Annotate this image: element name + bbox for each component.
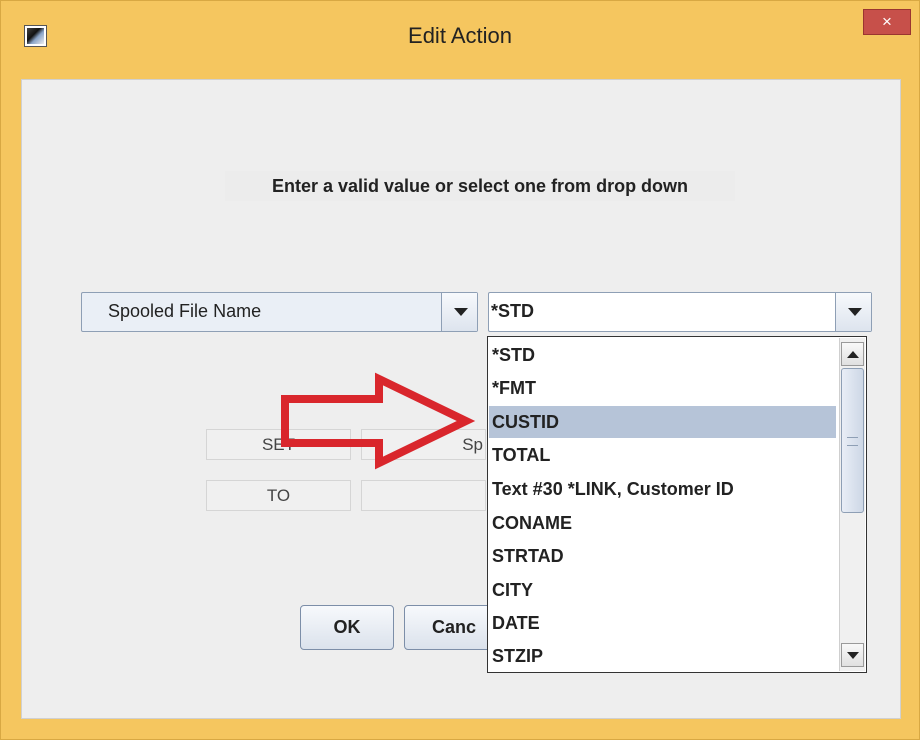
scroll-thumb[interactable] [841,368,864,513]
scroll-down-icon[interactable] [841,643,864,667]
cancel-button[interactable]: Canc [404,605,498,650]
chevron-down-icon[interactable] [835,293,871,331]
value-dropdown-list[interactable]: *STD *FMT CUSTID TOTAL Text #30 *LINK, C… [487,336,867,673]
list-item[interactable]: STZIP [489,640,836,672]
list-item[interactable]: Text #30 *LINK, Customer ID [489,473,836,505]
chevron-down-icon[interactable] [441,293,477,331]
value-combo-input[interactable]: *STD [489,293,833,331]
window-title: Edit Action [408,23,512,48]
dropdown-scrollbar[interactable] [839,338,865,671]
title-bar[interactable]: Edit Action × [1,1,919,79]
list-item[interactable]: *STD [489,339,836,371]
list-item[interactable]: *FMT [489,372,836,404]
list-item[interactable]: CITY [489,574,836,606]
instruction-label: Enter a valid value or select one from d… [225,171,735,201]
scroll-up-icon[interactable] [841,342,864,366]
list-item[interactable]: STRTAD [489,540,836,572]
value-combo[interactable]: *STD [488,292,872,332]
to-value-field [361,480,486,511]
close-button[interactable]: × [863,9,911,35]
red-arrow-annotation [281,372,476,470]
field-name-combo[interactable]: Spooled File Name [81,292,478,332]
list-item[interactable]: DATE [489,607,836,639]
edit-action-window: Edit Action × Enter a valid value or sel… [0,0,920,740]
ok-button[interactable]: OK [300,605,394,650]
field-name-value: Spooled File Name [108,301,262,321]
list-item[interactable]: CONAME [489,507,836,539]
list-item-selected[interactable]: CUSTID [489,406,836,438]
list-item[interactable]: TOTAL [489,439,836,471]
to-field: TO [206,480,351,511]
